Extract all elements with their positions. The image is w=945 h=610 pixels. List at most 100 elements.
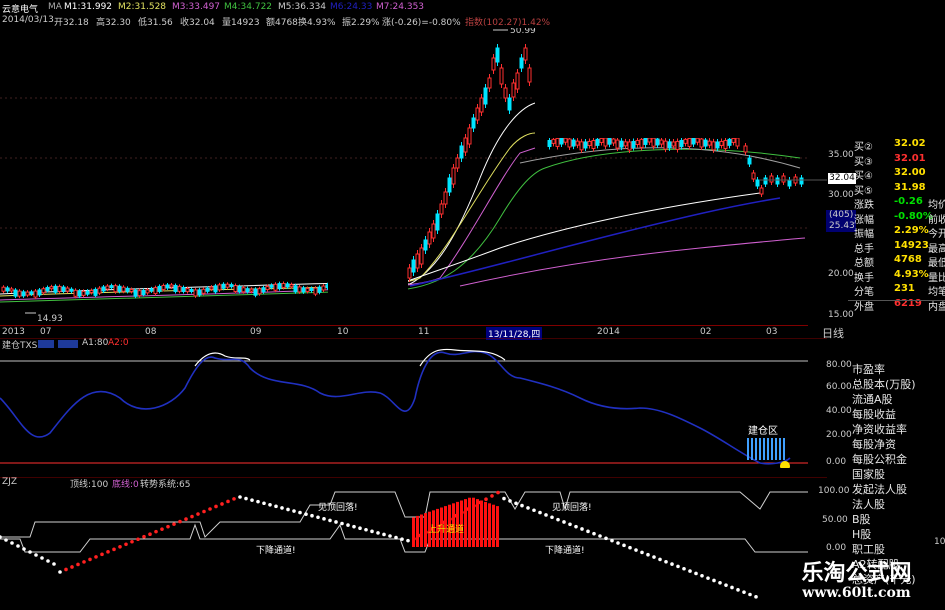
index-change[interactable]: 指数(102.27)1.42% — [465, 15, 550, 28]
candle — [225, 283, 230, 288]
finance-item[interactable]: B股 — [848, 512, 945, 527]
trend-dot — [64, 567, 68, 572]
trend-dot — [598, 534, 602, 538]
trend-dot — [484, 497, 488, 501]
trend-dot — [358, 526, 362, 530]
trend-dot — [196, 512, 200, 516]
candle — [289, 284, 294, 288]
uptrend-bar — [472, 497, 475, 547]
quote-key: 买④ — [854, 171, 873, 182]
trend-dot — [190, 514, 194, 519]
candle — [57, 285, 62, 292]
trend-dot — [646, 552, 650, 557]
time-tick: 11 — [418, 327, 430, 337]
candle — [743, 145, 748, 153]
indicator1-chart[interactable] — [0, 338, 827, 468]
trend-dot — [310, 513, 314, 518]
quote-value: 32.01 — [894, 152, 926, 164]
candle — [763, 177, 768, 185]
trend-dot — [52, 562, 56, 566]
candlestick-chart[interactable]: 50.99 14.93 — [0, 28, 827, 325]
peak-label: 50.99 — [510, 28, 536, 36]
candle — [93, 288, 98, 296]
trend-dot — [280, 506, 284, 510]
candle — [627, 141, 632, 151]
indicator2-chart[interactable] — [0, 477, 827, 609]
candle — [491, 57, 496, 71]
finance-item[interactable]: 总股本(万股) — [848, 377, 945, 392]
stock-name[interactable]: 云意电气 — [2, 2, 38, 15]
trend-dot — [262, 501, 266, 506]
finance-item[interactable]: 每股收益 — [848, 407, 945, 422]
trend-dot — [376, 531, 380, 535]
trend-dot — [718, 581, 722, 585]
candle — [217, 284, 222, 291]
trend-dot — [184, 517, 188, 521]
finance-item[interactable]: 国家股 — [848, 467, 945, 482]
ma2-value: M2:31.528 — [118, 2, 167, 12]
quote-key: 买② — [854, 142, 873, 153]
trend-dot — [178, 519, 182, 524]
quote-key: 涨跌 — [854, 200, 874, 211]
time-tick: 08 — [145, 327, 157, 337]
time-tick: 02 — [700, 327, 712, 337]
time-tick: 03 — [766, 327, 778, 337]
candle — [691, 137, 696, 145]
finance-item[interactable]: 发起法人股 — [848, 482, 945, 497]
watermark-url: www.60lt.com — [802, 585, 911, 601]
finance-item[interactable]: 净资收益率 — [848, 422, 945, 437]
candle — [775, 177, 780, 185]
candle — [563, 137, 568, 143]
candle — [751, 172, 756, 180]
candle — [125, 287, 130, 292]
trend-dot — [172, 522, 176, 526]
finance-item[interactable]: 每股公积金 — [848, 452, 945, 467]
trend-dot — [322, 517, 326, 521]
signal-top-2: 见顶回落! — [552, 503, 592, 513]
bar-amount: 额4768 — [266, 18, 298, 28]
finance-item[interactable]: 市盈率 — [848, 362, 945, 377]
uptrend-bar — [416, 515, 419, 547]
candle — [137, 290, 142, 297]
candle — [407, 267, 412, 279]
candle — [129, 288, 134, 292]
trend-dot — [304, 512, 308, 516]
signal-down-1: 下降通道! — [256, 546, 296, 556]
trend-dot — [70, 565, 74, 569]
price-axis: 35.00 32.04 30.00 (405) 25.43 20.00 15.0… — [808, 130, 856, 610]
finance-item[interactable]: 法人股 — [848, 497, 945, 512]
candle — [9, 288, 14, 292]
candle — [181, 286, 186, 292]
candle — [447, 177, 452, 193]
candle — [623, 141, 628, 147]
candle — [507, 97, 512, 111]
candle — [431, 223, 436, 239]
candle — [297, 286, 302, 293]
candle — [707, 140, 712, 146]
trend-dot — [244, 496, 248, 501]
ind2-tick: 100.00 — [818, 486, 850, 496]
candle — [153, 287, 158, 295]
trend-dot — [712, 578, 716, 583]
trend-dot — [592, 531, 596, 536]
trend-dot — [334, 520, 338, 524]
trend-dot — [670, 562, 674, 566]
candle — [571, 139, 576, 147]
candle — [149, 288, 154, 292]
trend-dot — [622, 543, 626, 548]
quote-extra-key: 最低 — [928, 258, 945, 269]
trend-dot — [508, 499, 512, 503]
finance-item[interactable]: 每股净资 — [848, 437, 945, 452]
finance-item[interactable]: 流通A股 — [848, 392, 945, 407]
candle — [285, 283, 290, 288]
trend-dot — [160, 527, 164, 531]
finance-item[interactable]: H股 — [848, 527, 945, 542]
candle — [49, 286, 54, 290]
trend-dot — [94, 555, 98, 559]
uptrend-bar — [424, 513, 427, 547]
bar-close: 收32.04 — [180, 18, 215, 28]
candle — [261, 287, 266, 293]
quote-extra-key: 量比 — [928, 272, 945, 284]
bar-change: 涨(-0.26)=-0.80% — [382, 18, 461, 28]
candle — [45, 287, 50, 292]
